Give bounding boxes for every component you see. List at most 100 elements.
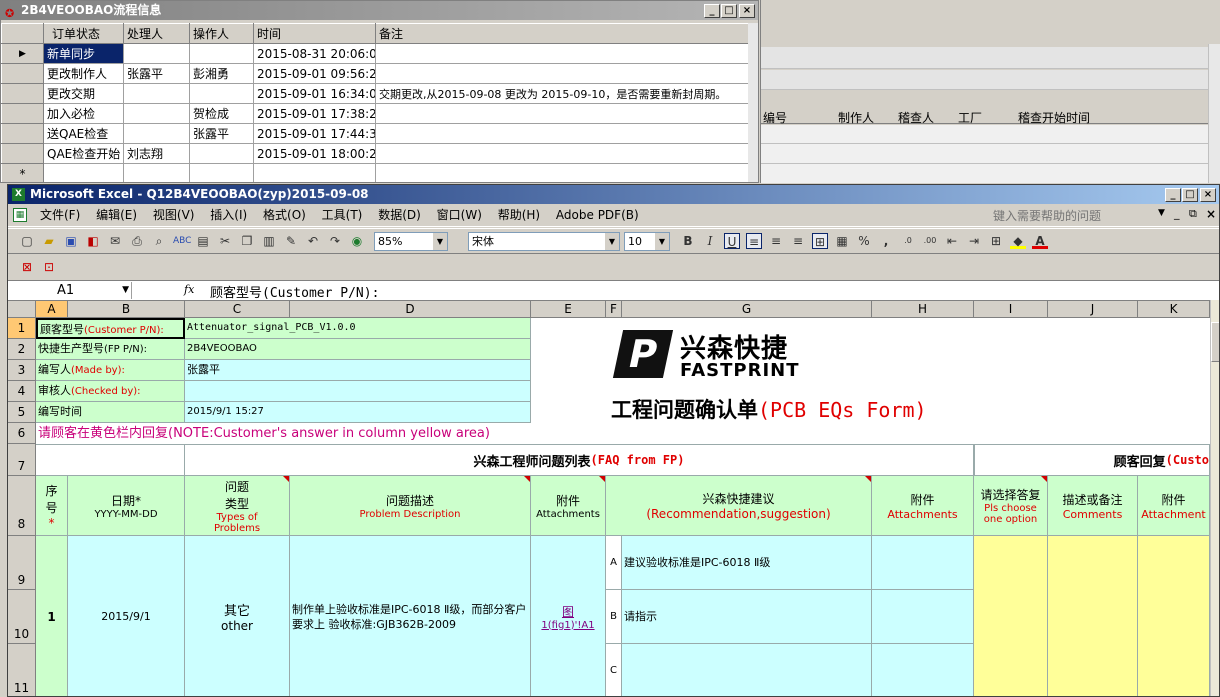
note-cell[interactable] bbox=[375, 103, 749, 124]
menu-window[interactable]: 窗口(W) bbox=[431, 205, 488, 225]
chevron-down-icon[interactable]: ▼ bbox=[433, 232, 447, 250]
minimize-icon[interactable]: _ bbox=[1165, 188, 1181, 202]
redo-icon[interactable]: ↷ bbox=[327, 233, 343, 249]
operator-cell[interactable]: 贺检成 bbox=[189, 103, 254, 124]
document-icon[interactable]: ▦ bbox=[13, 208, 27, 222]
doc-close-icon[interactable]: × bbox=[1206, 207, 1216, 221]
empty-cell[interactable] bbox=[375, 163, 749, 182]
customer-comments-cell[interactable] bbox=[1048, 536, 1138, 696]
note-cell[interactable] bbox=[375, 123, 749, 144]
time-cell[interactable]: 2015-09-01 16:34:09 bbox=[253, 83, 376, 104]
maximize-icon[interactable]: □ bbox=[1182, 188, 1198, 202]
bold-icon[interactable]: B bbox=[680, 233, 696, 249]
header-recommendation[interactable]: 兴森快捷建议 (Recommendation,suggestion) bbox=[606, 476, 872, 536]
name-box[interactable]: A1 ▼ bbox=[12, 282, 132, 299]
col-header-g[interactable]: G bbox=[622, 301, 872, 318]
menu-data[interactable]: 数据(D) bbox=[372, 205, 427, 225]
header-seq[interactable]: 序号 * bbox=[36, 476, 68, 536]
help-search-input[interactable] bbox=[993, 207, 1153, 225]
hyperlink-icon[interactable]: ◉ bbox=[349, 233, 365, 249]
research-icon[interactable]: ▤ bbox=[195, 233, 211, 249]
chevron-down-icon[interactable]: ▼ bbox=[122, 282, 129, 299]
col-header-audit-start[interactable]: 稽查开始时间 bbox=[1018, 109, 1090, 126]
maximize-icon[interactable]: □ bbox=[721, 4, 737, 18]
handler-cell[interactable] bbox=[123, 103, 190, 124]
minimize-icon[interactable]: _ bbox=[704, 4, 720, 18]
col-header-i[interactable]: I bbox=[974, 301, 1048, 318]
status-cell[interactable]: 加入必检 bbox=[43, 103, 124, 124]
save-icon[interactable]: ▣ bbox=[63, 233, 79, 249]
handler-cell[interactable] bbox=[123, 43, 190, 64]
header-attachments[interactable]: 附件 Attachments bbox=[531, 476, 606, 536]
row-header-3[interactable]: 3 bbox=[8, 360, 36, 381]
close-icon[interactable]: × bbox=[739, 4, 755, 18]
underline-icon[interactable]: U bbox=[724, 233, 740, 249]
paste-icon[interactable]: ▥ bbox=[261, 233, 277, 249]
zoom-select[interactable]: 85% ▼ bbox=[374, 231, 448, 251]
row-selector[interactable] bbox=[1, 83, 44, 104]
menu-format[interactable]: 格式(O) bbox=[257, 205, 312, 225]
empty-cell[interactable] bbox=[189, 163, 254, 182]
menu-view[interactable]: 视图(V) bbox=[147, 205, 201, 225]
info-value-customer-pn[interactable]: Attenuator_signal_PCB_V1.0.0 bbox=[185, 318, 531, 339]
font-select[interactable]: 宋体 ▼ bbox=[468, 231, 620, 251]
menu-adobe-pdf[interactable]: Adobe PDF(B) bbox=[550, 205, 645, 225]
scroll-thumb[interactable] bbox=[1211, 322, 1219, 362]
comment-indicator[interactable] bbox=[1041, 476, 1047, 482]
operator-cell[interactable]: 彭湘勇 bbox=[189, 63, 254, 84]
spelling-icon[interactable]: ABC bbox=[173, 233, 191, 249]
align-left-icon[interactable]: ≡ bbox=[746, 233, 762, 249]
flow-window-titlebar[interactable]: ✪ 2B4VEOOBAO流程信息 _ □ × bbox=[1, 1, 758, 20]
align-center-icon[interactable]: ≡ bbox=[768, 233, 784, 249]
font-color-icon[interactable]: A bbox=[1032, 233, 1048, 249]
row7-blank[interactable] bbox=[36, 444, 185, 476]
handler-cell[interactable] bbox=[123, 83, 190, 104]
new-icon[interactable]: ▢ bbox=[19, 233, 35, 249]
col-header-maker[interactable]: 制作人 bbox=[838, 109, 874, 126]
align-right-icon[interactable]: ≡ bbox=[790, 233, 806, 249]
menu-tools[interactable]: 工具(T) bbox=[316, 205, 369, 225]
info-value-fp-pn[interactable]: 2B4VEOOBAO bbox=[185, 339, 531, 360]
table-row[interactable]: 更改制作人 张露平 彭湘勇 2015-09-01 09:56:28 bbox=[1, 63, 749, 84]
currency-icon[interactable]: ▦ bbox=[834, 233, 850, 249]
col-header-j[interactable]: J bbox=[1048, 301, 1138, 318]
copy-icon[interactable]: ❐ bbox=[239, 233, 255, 249]
comment-indicator[interactable] bbox=[599, 476, 605, 482]
header-choose-option[interactable]: 请选择答复 Pls choose one option bbox=[974, 476, 1048, 536]
attachment-link-ref[interactable]: 1(fig1)'!A1 bbox=[541, 620, 594, 631]
table-row[interactable]: 更改交期 2015-09-01 16:34:09 交期更改,从2015-09-0… bbox=[1, 83, 749, 104]
attachment-b[interactable] bbox=[872, 590, 974, 644]
undo-icon[interactable]: ↶ bbox=[305, 233, 321, 249]
print-icon[interactable]: ⎙ bbox=[129, 233, 145, 249]
col-header-a[interactable]: A bbox=[36, 301, 68, 318]
header-attachments-2[interactable]: 附件 Attachments bbox=[872, 476, 974, 536]
fill-color-icon[interactable]: ◆ bbox=[1010, 233, 1026, 249]
col-header-operator[interactable]: 操作人 bbox=[189, 23, 254, 44]
time-cell[interactable]: 2015-09-01 17:44:38 bbox=[253, 123, 376, 144]
col-header-note[interactable]: 备注 bbox=[375, 23, 749, 44]
menu-insert[interactable]: 插入(I) bbox=[204, 205, 253, 225]
table-row[interactable]: 加入必检 贺检成 2015-09-01 17:38:20 bbox=[1, 103, 749, 124]
empty-cell[interactable] bbox=[253, 163, 376, 182]
item-type[interactable]: 其它 other bbox=[185, 536, 290, 696]
col-header-d[interactable]: D bbox=[290, 301, 531, 318]
fx-icon[interactable]: fx bbox=[184, 283, 194, 296]
doc-restore-icon[interactable]: ⧉ bbox=[1189, 207, 1197, 221]
customer-attachment-cell[interactable] bbox=[1138, 536, 1210, 696]
row-selector[interactable] bbox=[1, 103, 44, 124]
option-c-label[interactable]: C bbox=[606, 644, 622, 696]
italic-icon[interactable]: I bbox=[702, 233, 718, 249]
row-header-9[interactable]: 9 bbox=[8, 536, 36, 590]
row-header-1[interactable]: 1 bbox=[8, 318, 36, 339]
comment-indicator[interactable] bbox=[865, 476, 871, 482]
col-header-handler[interactable]: 处理人 bbox=[123, 23, 190, 44]
col-header-time[interactable]: 时间 bbox=[253, 23, 376, 44]
faq-title[interactable]: 兴森工程师问题列表 (FAQ from FP) bbox=[185, 444, 974, 476]
select-all-corner[interactable] bbox=[8, 301, 36, 318]
borders-icon[interactable]: ⊞ bbox=[988, 233, 1004, 249]
customer-note[interactable]: 请顾客在黄色栏内回复(NOTE:Customer's answer in col… bbox=[38, 423, 490, 444]
row-header-6[interactable]: 6 bbox=[8, 423, 36, 444]
col-header-e[interactable]: E bbox=[531, 301, 606, 318]
header-comments[interactable]: 描述或备注 Comments bbox=[1048, 476, 1138, 536]
menu-help[interactable]: 帮助(H) bbox=[492, 205, 546, 225]
